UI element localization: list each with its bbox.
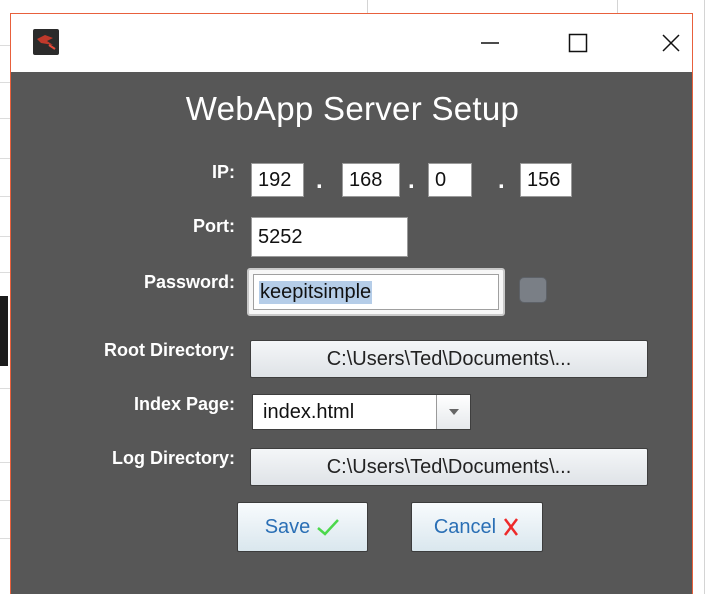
grid-line (0, 196, 10, 197)
chevron-down-icon (448, 409, 459, 415)
grid-line (0, 500, 10, 501)
password-label: Password: (143, 272, 235, 292)
dialog-heading: WebApp Server Setup (185, 90, 520, 127)
show-password-toggle[interactable] (519, 277, 547, 303)
cancel-button[interactable]: Cancel (411, 502, 543, 552)
index-page-dropdown[interactable]: index.html (252, 394, 471, 430)
root-directory-label: Root Directory: (103, 340, 235, 360)
grid-line (0, 118, 10, 119)
grid-line (704, 0, 705, 594)
grid-line (0, 158, 10, 159)
grid-line (0, 462, 10, 463)
close-icon (662, 34, 680, 52)
ip-separator: . (316, 167, 323, 194)
save-button[interactable]: Save (237, 502, 368, 552)
port-label: Port: (193, 216, 235, 236)
password-field[interactable]: keepitsimple (253, 274, 499, 310)
x-icon (504, 518, 519, 536)
log-directory-button[interactable]: C:\Users\Ted\Documents\... (250, 448, 648, 486)
password-selected-text: keepitsimple (259, 280, 373, 304)
grid-line (367, 0, 368, 13)
grid-line (0, 45, 10, 46)
grid-line (0, 236, 10, 237)
title-bar (11, 14, 692, 72)
ip-separator: . (408, 167, 415, 194)
password-field-focus-ring: keepitsimple (247, 268, 505, 316)
log-directory-label: Log Directory: (111, 448, 235, 468)
cancel-button-label: Cancel (433, 515, 497, 538)
index-page-label: Index Page: (133, 394, 235, 414)
setup-dialog: WebApp Server Setup IP: 192 . 168 . 0 . … (10, 13, 693, 594)
grid-line (0, 82, 10, 83)
ip-octet-4-field[interactable]: 156 (520, 163, 572, 197)
ip-octet-2-field[interactable]: 168 (342, 163, 400, 197)
close-button[interactable] (645, 14, 697, 72)
app-logo-icon (33, 29, 59, 55)
ip-octet-1-field[interactable]: 192 (251, 163, 304, 197)
root-directory-button[interactable]: C:\Users\Ted\Documents\... (250, 340, 648, 378)
checkmark-icon (317, 519, 340, 536)
minimize-button[interactable] (464, 14, 516, 72)
grid-line (0, 538, 10, 539)
ip-separator: . (498, 167, 505, 194)
grid-line (617, 0, 618, 13)
maximize-button[interactable] (552, 14, 604, 72)
save-button-label: Save (264, 515, 311, 538)
grid-line (0, 388, 10, 389)
index-page-selected: index.html (263, 401, 355, 423)
port-field[interactable]: 5252 (251, 217, 408, 257)
ip-octet-3-field[interactable]: 0 (428, 163, 472, 197)
background-strip (0, 296, 8, 366)
dropdown-arrow-button[interactable] (436, 395, 470, 429)
ip-label: IP: (211, 162, 235, 182)
minimize-icon (481, 42, 499, 44)
grid-line (0, 272, 10, 273)
maximize-icon (568, 33, 588, 53)
